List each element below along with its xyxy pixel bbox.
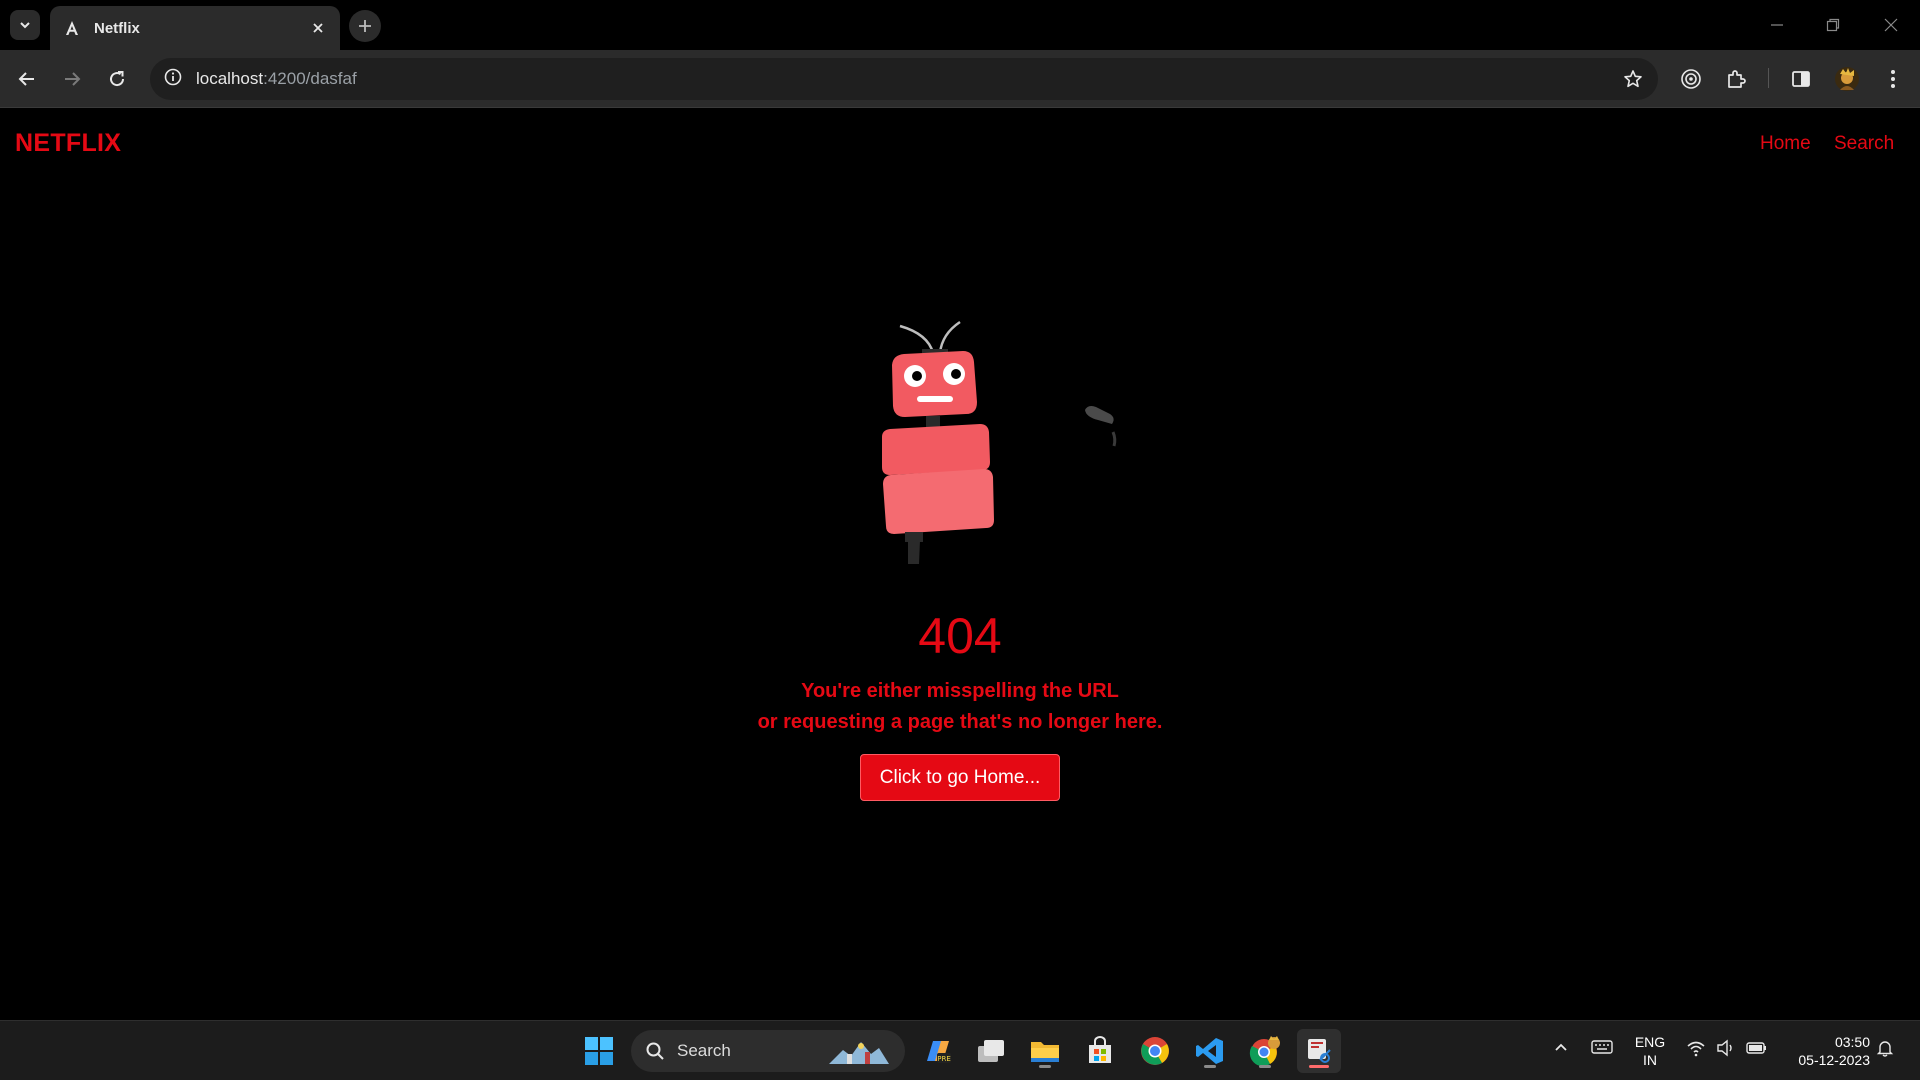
taskbar-file-explorer-icon[interactable] [1023,1029,1067,1073]
close-icon [1884,18,1898,32]
search-icon [646,1042,664,1060]
url-host: localhost [196,69,264,88]
profile-avatar-icon[interactable] [1833,65,1861,93]
url-path: :4200/dasfaf [263,69,357,88]
taskbar-task-view-icon[interactable] [969,1029,1013,1073]
taskbar-search-label: Search [677,1041,731,1060]
browser-titlebar: Netflix [0,0,1920,50]
browser-toolbar: localhost:4200/dasfaf [0,50,1920,108]
robot-antenna-left [899,324,935,354]
arrow-right-icon [65,72,81,86]
tab-search-button[interactable] [10,10,40,40]
robot-head [892,351,977,417]
browser-tab-active[interactable]: Netflix [50,6,340,50]
svg-text:PRE: PRE [937,1055,951,1063]
plus-icon [359,20,371,32]
taskbar-snipping-tool-icon[interactable] [1297,1029,1341,1073]
keyboard-icon[interactable] [1591,1039,1613,1058]
taskbar-search-box[interactable]: Search [631,1030,905,1072]
close-tab-icon[interactable] [308,18,328,38]
start-button[interactable] [577,1029,621,1073]
extensions-puzzle-icon[interactable] [1722,65,1750,93]
taskbar-chrome-profile-icon[interactable] [1243,1029,1287,1073]
minimize-window-button[interactable] [1757,10,1797,40]
netflix-logo[interactable]: NETFLIX [15,129,121,158]
taskbar-copilot-icon[interactable]: PRE [915,1029,959,1073]
chevron-down-icon [20,22,30,29]
wifi-icon[interactable] [1686,1039,1706,1060]
robot-illustration [882,320,1117,564]
site-info-icon[interactable] [164,68,182,91]
robot-antenna-right [938,320,961,354]
go-home-button[interactable]: Click to go Home... [860,754,1060,801]
error-message-line-2: or requesting a page that's no longer he… [757,711,1163,733]
robot-floating-arm [1085,406,1114,424]
toolbar-divider [1768,68,1769,88]
tab-title: Netflix [94,19,140,37]
clock-time: 03:50 [1834,1034,1870,1050]
error-code: 404 [918,608,1002,664]
reload-button[interactable] [101,63,133,95]
angular-favicon-icon [62,18,82,38]
search-highlight-icon [829,1042,889,1064]
nav-link-search[interactable]: Search [1834,133,1894,155]
extension-target-icon[interactable] [1677,65,1705,93]
close-window-button[interactable] [1871,10,1911,40]
error-message: You're either misspelling the URL or req… [0,676,1920,738]
forward-button[interactable] [56,63,88,95]
side-panel-icon[interactable] [1787,65,1815,93]
browser-menu-icon[interactable] [1879,65,1907,93]
back-button[interactable] [11,63,43,95]
minimize-icon [1771,24,1783,26]
system-clock[interactable]: 03:50 05-12-2023 [1774,1033,1870,1069]
robot-leg [908,540,920,564]
clock-date: 05-12-2023 [1798,1052,1870,1068]
taskbar-store-icon[interactable] [1078,1029,1122,1073]
taskbar-chrome-icon[interactable] [1133,1029,1177,1073]
windows-taskbar: Search PRE ENG IN 03:50 05-12-2023 [0,1020,1920,1080]
robot-torso-lower [883,469,994,534]
taskbar-vscode-icon[interactable] [1188,1029,1232,1073]
new-tab-button[interactable] [349,10,381,42]
volume-icon[interactable] [1716,1039,1736,1060]
battery-icon[interactable] [1746,1039,1768,1060]
bookmark-star-icon[interactable] [1622,68,1644,90]
address-bar[interactable]: localhost:4200/dasfaf [150,58,1658,100]
language-indicator[interactable]: ENG IN [1630,1033,1670,1069]
show-hidden-icons-chevron-icon[interactable] [1553,1039,1569,1058]
restore-icon [1826,18,1840,32]
windows-logo-icon [585,1037,613,1065]
error-message-line-1: You're either misspelling the URL [801,680,1119,702]
notification-bell-icon[interactable] [1876,1039,1894,1060]
arrow-left-icon [18,72,34,86]
nav-link-home[interactable]: Home [1760,133,1811,155]
reload-icon [110,71,125,87]
robot-torso-upper [882,424,990,475]
restore-window-button[interactable] [1813,10,1853,40]
page-content: NETFLIX Home Search 404 You're either mi… [0,109,1920,1020]
robot-mouth [917,396,953,402]
